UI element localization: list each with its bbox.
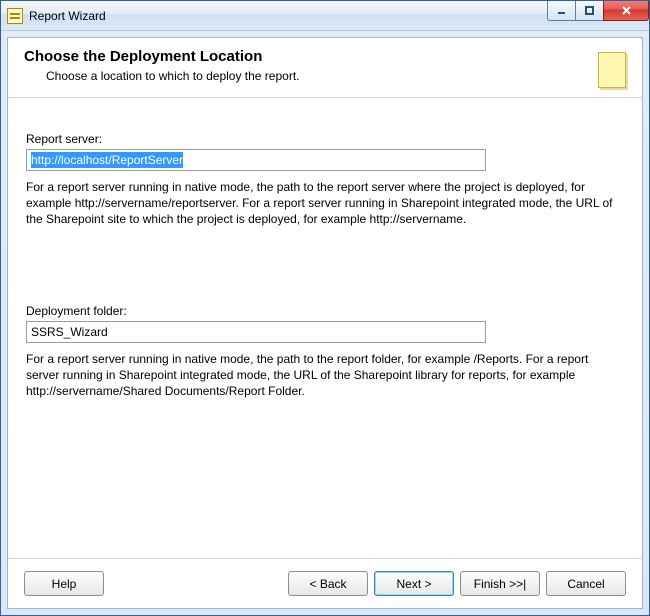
wizard-body: Report server: http://localhost/ReportSe… <box>8 98 642 558</box>
cancel-button[interactable]: Cancel <box>546 571 626 596</box>
report-server-input[interactable]: http://localhost/ReportServer <box>26 149 486 171</box>
report-wizard-window: Report Wizard Choose the Deployment Loca… <box>0 0 650 616</box>
finish-button[interactable]: Finish >>| <box>460 571 540 596</box>
report-server-help: For a report server running in native mo… <box>26 179 624 228</box>
report-server-value: http://localhost/ReportServer <box>31 152 183 168</box>
window-controls <box>547 1 649 21</box>
title-bar[interactable]: Report Wizard <box>1 1 649 31</box>
deployment-folder-input[interactable] <box>26 321 486 343</box>
report-icon <box>592 48 632 96</box>
report-server-label: Report server: <box>26 132 624 146</box>
maximize-icon <box>584 5 595 16</box>
deployment-folder-label: Deployment folder: <box>26 304 624 318</box>
next-button[interactable]: Next > <box>374 571 454 596</box>
close-button[interactable] <box>603 1 649 21</box>
minimize-icon <box>556 5 567 16</box>
minimize-button[interactable] <box>547 1 575 21</box>
help-button[interactable]: Help <box>24 571 104 596</box>
wizard-header: Choose the Deployment Location Choose a … <box>8 38 642 98</box>
wizard-footer: Help < Back Next > Finish >>| Cancel <box>8 558 642 608</box>
close-icon <box>621 5 632 16</box>
deployment-folder-help: For a report server running in native mo… <box>26 351 624 400</box>
window-title: Report Wizard <box>29 9 106 23</box>
maximize-button[interactable] <box>575 1 603 21</box>
back-button[interactable]: < Back <box>288 571 368 596</box>
page-subtitle: Choose a location to which to deploy the… <box>46 69 626 83</box>
chrome-border: Choose the Deployment Location Choose a … <box>1 31 649 615</box>
client-area: Choose the Deployment Location Choose a … <box>7 37 643 609</box>
app-icon <box>7 8 23 24</box>
page-title: Choose the Deployment Location <box>24 48 626 65</box>
